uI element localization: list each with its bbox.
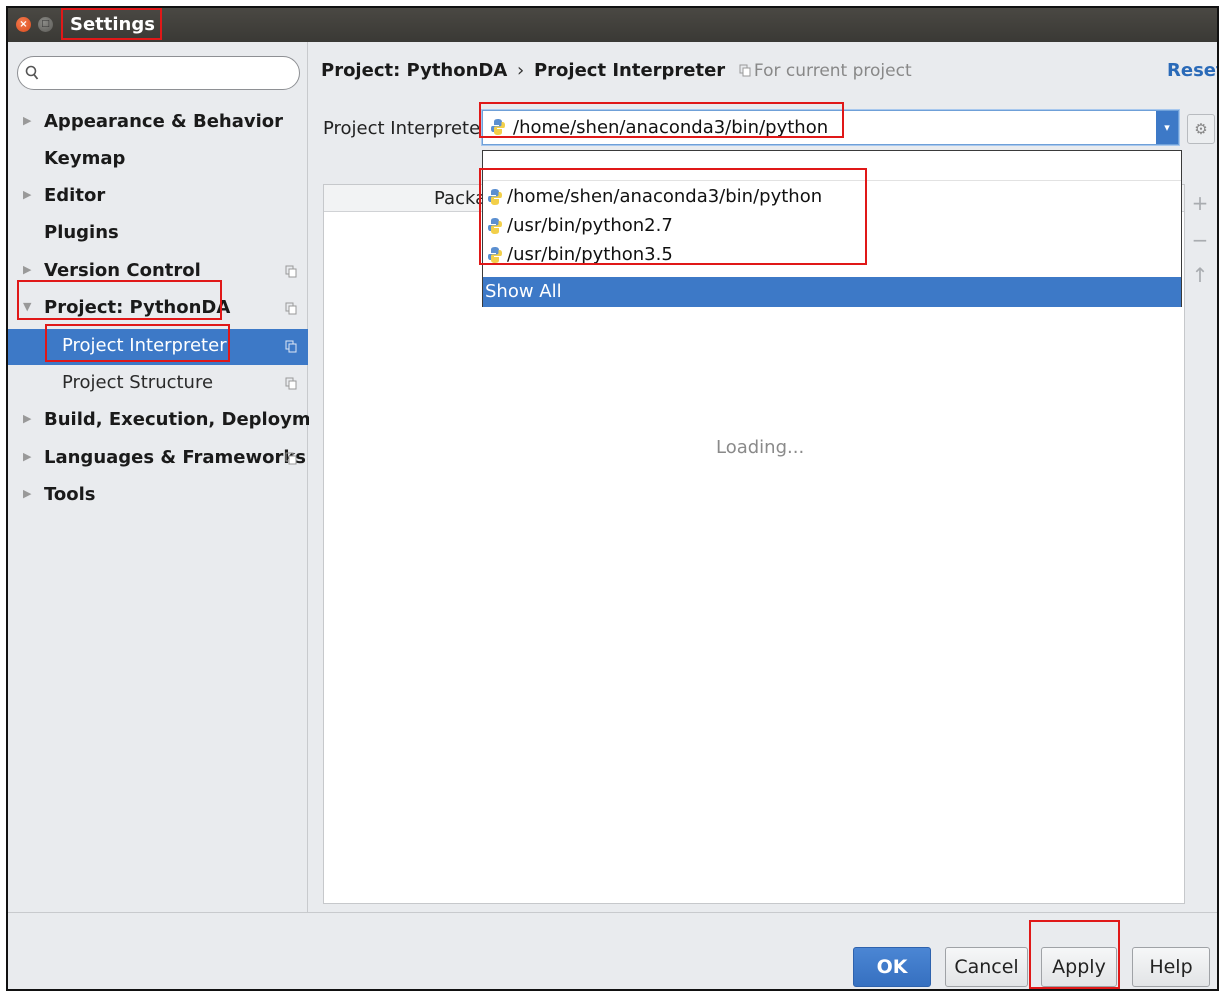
dropdown-option-label: /usr/bin/python2.7	[507, 215, 673, 236]
chevron-down-icon: ▾	[1164, 121, 1170, 134]
ok-button[interactable]: OK	[853, 947, 931, 987]
minus-icon: −	[1191, 228, 1209, 252]
dropdown-option[interactable]: /usr/bin/python2.7	[483, 212, 1181, 241]
expand-arrow-icon[interactable]: ▶	[23, 188, 31, 201]
show-all-label: Show All	[485, 281, 562, 302]
sidebar-item-build-execution-deployment[interactable]: ▶ Build, Execution, Deployment	[8, 403, 344, 439]
close-icon: ×	[19, 19, 28, 30]
sidebar-item-version-control[interactable]: ▶ Version Control	[8, 254, 308, 290]
gear-icon: ⚙	[1194, 120, 1208, 138]
expand-arrow-icon[interactable]: ▶	[23, 263, 31, 276]
python-icon	[488, 247, 502, 263]
help-button[interactable]: Help	[1132, 947, 1210, 987]
add-package-button[interactable]: +	[1189, 192, 1211, 214]
plus-icon: +	[1191, 191, 1209, 215]
arrow-up-icon: ↑	[1191, 263, 1209, 287]
breadcrumb: Project: PythonDA › Project Interpreter …	[321, 60, 912, 81]
interpreter-combobox[interactable]: /home/shen/anaconda3/bin/python ▾	[482, 110, 1179, 145]
dropdown-empty-row[interactable]	[483, 151, 1181, 181]
breadcrumb-project: Project: PythonDA	[321, 60, 508, 81]
search-input[interactable]	[17, 56, 300, 90]
settings-window: × □ Settings ▶ Appearance & Behavior Key…	[6, 6, 1219, 991]
project-scope-icon	[739, 64, 751, 77]
sidebar-item-languages-frameworks[interactable]: ▶ Languages & Frameworks	[8, 441, 308, 477]
search-icon	[25, 65, 39, 80]
title-bar: × □ Settings	[8, 8, 1217, 42]
project-scope-icon	[285, 302, 297, 315]
python-icon	[488, 189, 502, 205]
expand-arrow-icon[interactable]: ▶	[23, 412, 31, 425]
sidebar-item-tools[interactable]: ▶ Tools	[8, 478, 308, 514]
sidebar-item-project-pythonda[interactable]: ▼ Project: PythonDA	[8, 291, 308, 327]
dropdown-option-label: /home/shen/anaconda3/bin/python	[507, 186, 823, 207]
sidebar-item-appearance-behavior[interactable]: ▶ Appearance & Behavior	[8, 105, 308, 141]
sidebar-item-plugins[interactable]: Plugins	[8, 216, 308, 252]
collapse-arrow-icon[interactable]: ▼	[23, 300, 31, 313]
minimize-icon: □	[41, 19, 50, 29]
sidebar-item-project-interpreter[interactable]: Project Interpreter	[8, 329, 308, 365]
python-icon	[488, 218, 502, 234]
project-scope-icon	[285, 377, 297, 390]
project-scope-icon	[285, 265, 297, 278]
minimize-window-button[interactable]: □	[38, 17, 53, 32]
interpreter-dropdown-list: /home/shen/anaconda3/bin/python /usr/bin…	[482, 150, 1182, 307]
apply-button[interactable]: Apply	[1041, 947, 1117, 987]
show-all-option[interactable]: Show All	[483, 277, 1181, 307]
project-scope-icon	[285, 452, 297, 465]
reset-link[interactable]: Reset	[1167, 60, 1217, 81]
sidebar-item-keymap[interactable]: Keymap	[8, 142, 308, 178]
remove-package-button[interactable]: −	[1189, 229, 1211, 251]
python-icon	[491, 119, 505, 135]
interpreter-label: Project Interpreter:	[323, 118, 494, 139]
window-title: Settings	[70, 14, 155, 35]
project-scope-icon	[285, 340, 297, 353]
interpreter-settings-button[interactable]: ⚙	[1187, 114, 1215, 144]
breadcrumb-page: Project Interpreter	[533, 60, 726, 81]
scope-note: For current project	[731, 61, 912, 81]
dropdown-option-label: /usr/bin/python3.5	[507, 244, 673, 265]
loading-text: Loading...	[716, 437, 805, 458]
close-window-button[interactable]: ×	[16, 17, 31, 32]
expand-arrow-icon[interactable]: ▶	[23, 487, 31, 500]
interpreter-value: /home/shen/anaconda3/bin/python	[513, 117, 829, 138]
settings-sidebar: ▶ Appearance & Behavior Keymap ▶ Editor …	[8, 42, 344, 912]
breadcrumb-separator: ›	[517, 60, 525, 81]
dropdown-option[interactable]: /usr/bin/python3.5	[483, 241, 1181, 270]
dialog-footer: OK Cancel Apply Help	[8, 912, 1217, 989]
sidebar-item-editor[interactable]: ▶ Editor	[8, 179, 308, 215]
dropdown-option[interactable]: /home/shen/anaconda3/bin/python	[483, 183, 1181, 212]
dropdown-arrow-button[interactable]: ▾	[1156, 111, 1178, 144]
cancel-button[interactable]: Cancel	[945, 947, 1028, 987]
sidebar-item-project-structure[interactable]: Project Structure	[8, 366, 308, 402]
package-toolbar: + − ↑	[1185, 184, 1215, 904]
upgrade-package-button[interactable]: ↑	[1189, 264, 1211, 286]
expand-arrow-icon[interactable]: ▶	[23, 450, 31, 463]
expand-arrow-icon[interactable]: ▶	[23, 114, 31, 127]
